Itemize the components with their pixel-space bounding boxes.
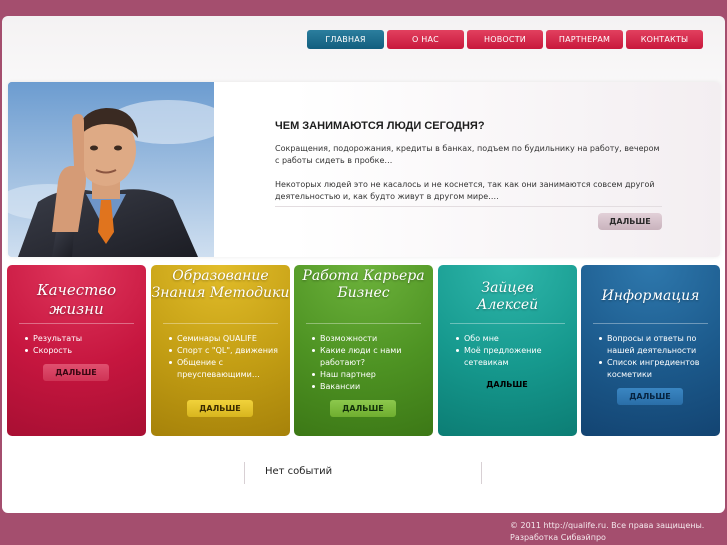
hero-paragraph-2: Некоторых людей это не касалось и не кос… xyxy=(275,180,655,201)
hero-banner: ЧЕМ ЗАНИМАЮТСЯ ЛЮДИ СЕГОДНЯ? Сокращения,… xyxy=(8,82,720,257)
card-link[interactable]: Обо мне xyxy=(456,333,571,345)
card-more-button[interactable]: ДАЛЬШЕ xyxy=(617,388,683,405)
card-link[interactable]: Список ингредиентов косметики xyxy=(599,357,714,381)
card-more-button[interactable]: ДАЛЬШЕ xyxy=(43,364,109,381)
card-link[interactable]: Наш партнер xyxy=(312,369,427,381)
card-link[interactable]: Какие люди с нами работают? xyxy=(312,345,427,369)
nav-item-partners[interactable]: ПАРТНЕРАМ xyxy=(546,30,623,49)
events-status: Нет событий xyxy=(265,466,333,477)
card-list: Возможности Какие люди с нами работают? … xyxy=(312,333,427,393)
card-link[interactable]: Семинары QUALIFE xyxy=(169,333,284,345)
card-more-button[interactable]: ДАЛЬШЕ xyxy=(187,400,253,417)
card-list: Обо мне Моё предложение сетевикам xyxy=(456,333,571,369)
card-title: Зайцев Алексей xyxy=(476,280,539,313)
card-career: Работа Карьера Бизнес Возможности Какие … xyxy=(294,265,433,436)
card-quality-of-life: Качество жизни Результаты Скорость ДАЛЬШ… xyxy=(7,265,146,436)
card-education: Образование Знания Методики Семинары QUA… xyxy=(151,265,290,436)
card-title: Образование Знания Методики xyxy=(151,268,290,301)
footer-developer-link[interactable]: Разработка Сибвэйпро xyxy=(510,532,704,544)
nav-item-contacts[interactable]: КОНТАКТЫ xyxy=(626,30,703,49)
footer-copyright: © 2011 http://qualife.ru. Все права защи… xyxy=(510,521,705,530)
card-divider xyxy=(163,323,278,324)
card-divider xyxy=(450,323,565,324)
nav-item-home[interactable]: ГЛАВНАЯ xyxy=(307,30,384,49)
card-list: Вопросы и ответы по нашей деятельности С… xyxy=(599,333,714,381)
card-information: Информация Вопросы и ответы по нашей дея… xyxy=(581,265,720,436)
card-link[interactable]: Скорость xyxy=(25,345,140,357)
card-link[interactable]: Результаты xyxy=(25,333,140,345)
businessman-illustration xyxy=(8,82,214,257)
card-title: Качество жизни xyxy=(37,281,117,318)
card-title: Информация xyxy=(601,288,700,304)
card-author: Зайцев Алексей Обо мне Моё предложение с… xyxy=(438,265,577,436)
events-divider-left xyxy=(244,462,245,484)
hero-paragraph-1: Сокращения, подорожания, кредиты в банка… xyxy=(275,144,660,165)
card-link[interactable]: Вопросы и ответы по нашей деятельности xyxy=(599,333,714,357)
card-more-button[interactable]: ДАЛЬШЕ xyxy=(330,400,396,417)
hero-photo xyxy=(8,82,214,257)
nav-item-news[interactable]: НОВОСТИ xyxy=(467,30,543,49)
hero-divider xyxy=(275,206,662,207)
card-link[interactable]: Вакансии xyxy=(312,381,427,393)
hero-title: ЧЕМ ЗАНИМАЮТСЯ ЛЮДИ СЕГОДНЯ? xyxy=(275,120,485,132)
footer: © 2011 http://qualife.ru. Все права защи… xyxy=(510,520,704,544)
card-title: Работа Карьера Бизнес xyxy=(302,268,425,301)
nav-item-about[interactable]: О НАС xyxy=(387,30,464,49)
card-divider xyxy=(19,323,134,324)
card-divider xyxy=(306,323,421,324)
card-divider xyxy=(593,323,708,324)
card-list: Результаты Скорость xyxy=(25,333,140,357)
card-link[interactable]: Моё предложение сетевикам xyxy=(456,345,571,369)
card-link[interactable]: Спорт с "QL", движения xyxy=(169,345,284,357)
hero-more-button[interactable]: ДАЛЬШЕ xyxy=(598,213,662,230)
card-more-button[interactable]: ДАЛЬШЕ xyxy=(474,376,540,393)
events-divider-right xyxy=(481,462,482,484)
card-list: Семинары QUALIFE Спорт с "QL", движения … xyxy=(169,333,284,381)
main-nav: ГЛАВНАЯ О НАС НОВОСТИ ПАРТНЕРАМ КОНТАКТЫ xyxy=(307,30,703,49)
card-link[interactable]: Возможности xyxy=(312,333,427,345)
card-link[interactable]: Общение с преуспевающими… xyxy=(169,357,284,381)
